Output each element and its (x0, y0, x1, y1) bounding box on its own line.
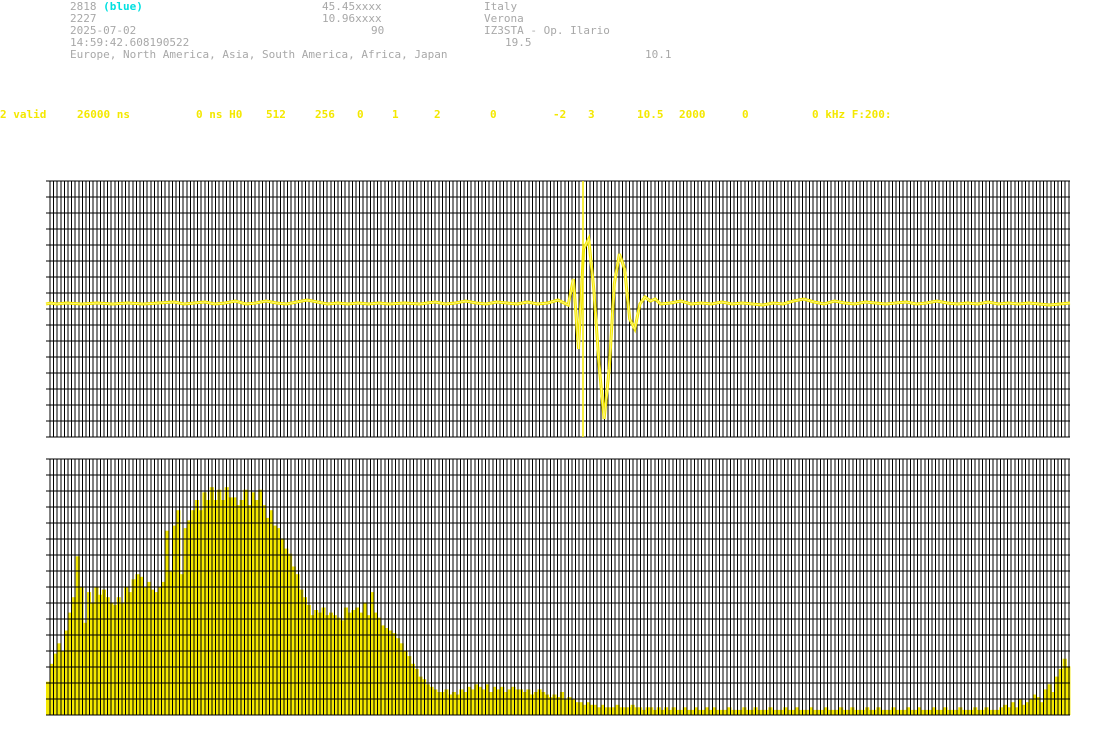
waveform-grid (46, 180, 1070, 438)
spectrum-bar (559, 692, 565, 715)
spectrum-bar (988, 709, 993, 715)
spectrum-bar (235, 505, 241, 715)
spectrum-bar (347, 612, 352, 715)
spectrum-bar (880, 709, 885, 715)
spectrum-bar (75, 556, 80, 715)
spectrum-bar (839, 707, 844, 715)
spectrum-bar (664, 707, 669, 715)
spectrum-bar (835, 709, 840, 715)
spectrum-bar (943, 707, 948, 715)
spectrum-bar (727, 707, 732, 715)
spectrum-bar (518, 689, 524, 715)
spectrum-bar (846, 709, 851, 715)
spectrum-bar (302, 597, 308, 715)
spectrum-bar (954, 709, 959, 715)
spectrum-bar (779, 709, 784, 715)
spectrum-bar (522, 692, 527, 715)
spectrum-bar (191, 510, 196, 715)
spectrum-bar (295, 574, 300, 715)
spectrum-bar (731, 709, 736, 715)
spectrum-bar (83, 622, 88, 715)
spectrum-bar (232, 497, 237, 715)
spectrum-bar (630, 704, 635, 715)
spectrum-bar (1055, 676, 1060, 715)
spectrum-bar (887, 709, 892, 715)
waveform-grid-lines (49, 180, 1070, 438)
spectrum-bar (772, 709, 777, 715)
plots-canvas (45, 180, 1071, 716)
spectrum-bar (563, 699, 568, 715)
spectrum-bar (87, 592, 92, 715)
spectrum-bar (1058, 668, 1063, 715)
spectrum-bar (738, 709, 743, 715)
spectrum-bar (228, 497, 233, 715)
spectrum-bar (626, 707, 632, 715)
spectrum-bar (299, 589, 304, 715)
spectrum-bar (623, 707, 628, 715)
spectrum-bar (515, 689, 520, 715)
spectrum-bar (455, 694, 460, 715)
spectrum-bar (995, 709, 1000, 715)
spectrum-bar (451, 692, 457, 715)
spectrum-bar (183, 528, 188, 715)
spectrum-bar (291, 566, 296, 715)
spectrum-bar (950, 709, 955, 715)
spectrum-bar (667, 709, 672, 715)
spectrum-bar (448, 694, 453, 715)
spectrum-bar (775, 709, 780, 715)
spectrum-bar (511, 686, 516, 715)
spectrum-bar (1051, 692, 1056, 715)
spectrum-bar (131, 579, 136, 715)
spectrum-bars (46, 487, 1071, 715)
spectrum-bar (883, 709, 888, 715)
spectrum-bar (619, 707, 624, 715)
spectrum-bar (991, 709, 996, 715)
spectrum-bar (842, 709, 848, 715)
spectrum-bar (556, 697, 561, 715)
spectrum-bar (734, 709, 740, 715)
spectrum-bar (671, 707, 676, 715)
spectrum-bar (410, 663, 416, 715)
spectrum-bar (127, 592, 133, 715)
spectrum-bar (414, 668, 419, 715)
spectrum-bar (407, 656, 412, 715)
spectrum-bar (947, 709, 952, 715)
spectrum-bar (187, 520, 192, 715)
